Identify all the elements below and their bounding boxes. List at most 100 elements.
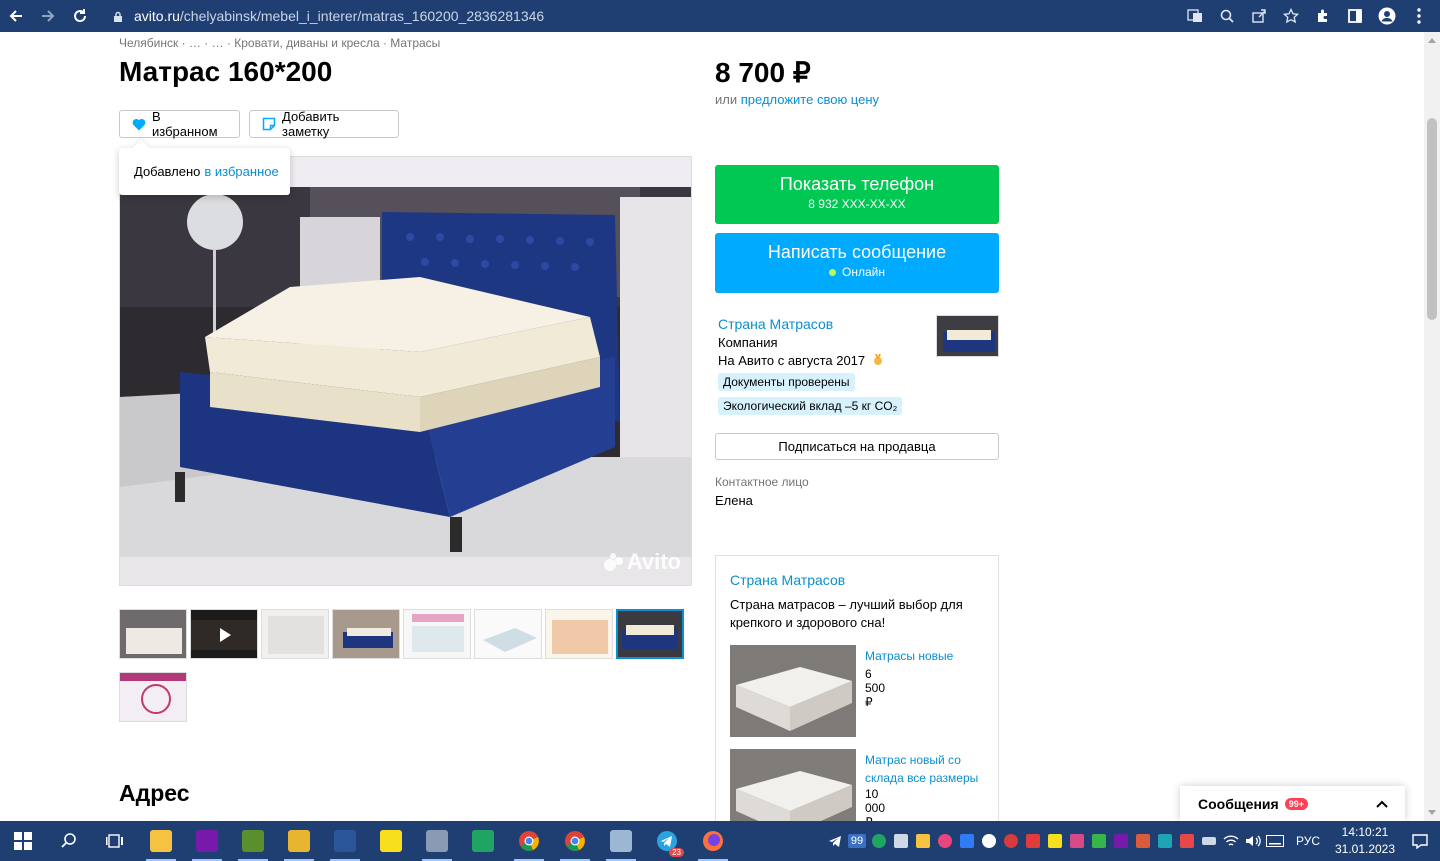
- keyboard-icon[interactable]: [1264, 821, 1286, 861]
- breadcrumb-category[interactable]: Кровати, диваны и кресла: [234, 36, 379, 50]
- thumbnail[interactable]: [545, 609, 613, 659]
- folder-icon[interactable]: [276, 821, 322, 861]
- contact-person-name: Елена: [715, 493, 753, 508]
- seller-info: Страна Матрасов Компания На Авито с авгу…: [718, 316, 884, 368]
- seller-avatar[interactable]: [936, 315, 999, 357]
- main-photo[interactable]: Avito: [119, 156, 692, 586]
- share-icon[interactable]: [1246, 3, 1272, 29]
- show-phone-label: Показать телефон: [779, 174, 935, 194]
- tools-app-icon[interactable]: [414, 821, 460, 861]
- firefox-icon[interactable]: [690, 821, 736, 861]
- show-phone-button[interactable]: Показать телефон 8 932 XXX-XX-XX: [715, 165, 999, 224]
- volume-icon[interactable]: [1242, 821, 1264, 861]
- calculator-icon[interactable]: [598, 821, 644, 861]
- chevron-up-icon[interactable]: [1375, 796, 1389, 812]
- favorite-button[interactable]: В избранном: [119, 109, 240, 139]
- check-app-icon[interactable]: [1044, 821, 1066, 861]
- breadcrumb-city[interactable]: Челябинск: [119, 36, 178, 50]
- tooltip-favorites-link[interactable]: в избранное: [204, 164, 278, 179]
- translate-icon[interactable]: [1182, 3, 1208, 29]
- offer-price-link[interactable]: предложите свою цену: [741, 92, 879, 107]
- system-clock[interactable]: 14:10:21 31.01.2023: [1330, 824, 1400, 858]
- window-app-icon[interactable]: [1066, 821, 1088, 861]
- seller-name-link[interactable]: Страна Матрасов: [718, 316, 884, 332]
- product-image[interactable]: [730, 749, 856, 821]
- video-thumbnail[interactable]: [190, 609, 258, 659]
- add-note-button[interactable]: Добавить заметку: [249, 109, 399, 139]
- sticky-notes-icon[interactable]: [368, 821, 414, 861]
- sidebar-icon[interactable]: [1342, 3, 1368, 29]
- app-tray-icon[interactable]: [978, 821, 1000, 861]
- subscribe-seller-button[interactable]: Подписаться на продавца: [715, 433, 999, 460]
- thumbnail-active[interactable]: [616, 609, 684, 659]
- telegram-tray-icon[interactable]: [824, 821, 846, 861]
- file-explorer-doc-icon[interactable]: [138, 821, 184, 861]
- forward-arrow-icon[interactable]: [32, 0, 64, 32]
- address-bar[interactable]: avito.ru/chelyabinsk/mebel_i_interer/mat…: [112, 3, 1172, 29]
- badge-documents-verified[interactable]: Документы проверены: [718, 373, 855, 391]
- tools-tray-icon[interactable]: [1132, 821, 1154, 861]
- medal-icon: [873, 354, 882, 365]
- onenote-icon[interactable]: [184, 821, 230, 861]
- product-title[interactable]: Матрасы новые: [865, 647, 995, 665]
- sheets-icon[interactable]: [460, 821, 506, 861]
- tray-counter-badge[interactable]: 99: [846, 821, 868, 861]
- thumbnail[interactable]: [119, 672, 187, 722]
- search-icon[interactable]: [46, 821, 92, 861]
- windows-start-icon[interactable]: [0, 821, 46, 861]
- product-title[interactable]: Матрас новый со склада все размеры: [865, 751, 995, 787]
- shop-card-title[interactable]: Страна Матрасов: [730, 572, 845, 588]
- breadcrumb-ellipsis[interactable]: …: [189, 36, 201, 50]
- fx-app-icon[interactable]: [1154, 821, 1176, 861]
- snipping-icon[interactable]: [956, 821, 978, 861]
- breadcrumb-ellipsis[interactable]: …: [212, 36, 224, 50]
- url-domain: avito.ru: [134, 8, 180, 24]
- pink-app-icon[interactable]: [934, 821, 956, 861]
- input-language[interactable]: РУС: [1296, 834, 1320, 848]
- red-app-icon[interactable]: [1000, 821, 1022, 861]
- yandex-icon[interactable]: [1022, 821, 1044, 861]
- thumbnail[interactable]: [261, 609, 329, 659]
- chrome-profile-icon[interactable]: [552, 821, 598, 861]
- word-icon[interactable]: [322, 821, 368, 861]
- thumbnail[interactable]: [403, 609, 471, 659]
- clock-date: 31.01.2023: [1334, 842, 1396, 856]
- thumbnail[interactable]: [119, 609, 187, 659]
- green-app-icon[interactable]: [1088, 821, 1110, 861]
- notes-app-icon[interactable]: [230, 821, 276, 861]
- scroll-up-arrow-icon[interactable]: [1428, 38, 1436, 43]
- menu-dots-icon[interactable]: [1406, 3, 1432, 29]
- zoom-icon[interactable]: [1214, 3, 1240, 29]
- shield-icon[interactable]: [868, 821, 890, 861]
- extensions-icon[interactable]: [1310, 3, 1336, 29]
- scroll-down-arrow-icon[interactable]: [1428, 810, 1436, 815]
- favorite-label: В избранном: [152, 109, 218, 139]
- badge-eco-contribution[interactable]: Экологический вклад –5 кг CO₂: [718, 397, 903, 415]
- utility-app-icon[interactable]: [1176, 821, 1198, 861]
- write-message-button[interactable]: Написать сообщение Онлайн: [715, 233, 999, 293]
- task-view-icon[interactable]: [92, 821, 138, 861]
- scrollbar-thumb[interactable]: [1427, 118, 1437, 320]
- bookmark-star-icon[interactable]: [1278, 3, 1304, 29]
- back-arrow-icon[interactable]: [0, 0, 32, 32]
- breadcrumb-separator: ·: [200, 36, 212, 50]
- profile-icon[interactable]: [1374, 3, 1400, 29]
- telegram-icon[interactable]: 23: [644, 821, 690, 861]
- messages-widget[interactable]: Сообщения 99+: [1180, 786, 1405, 821]
- product-image[interactable]: [730, 645, 856, 737]
- online-status: Онлайн: [715, 265, 999, 279]
- onenote-tray-icon[interactable]: [1110, 821, 1132, 861]
- notes-tray-icon[interactable]: [912, 821, 934, 861]
- usb-icon[interactable]: [1198, 821, 1220, 861]
- note-icon: [262, 117, 276, 131]
- thumbnail[interactable]: [332, 609, 400, 659]
- lock-icon: [112, 10, 124, 22]
- notifications-icon[interactable]: [1400, 821, 1440, 861]
- chrome-icon[interactable]: [506, 821, 552, 861]
- monitor-icon[interactable]: [890, 821, 912, 861]
- page-scrollbar[interactable]: [1424, 32, 1440, 821]
- breadcrumb-subcategory[interactable]: Матрасы: [390, 36, 440, 50]
- thumbnail[interactable]: [474, 609, 542, 659]
- wifi-icon[interactable]: [1220, 821, 1242, 861]
- reload-icon[interactable]: [64, 0, 96, 32]
